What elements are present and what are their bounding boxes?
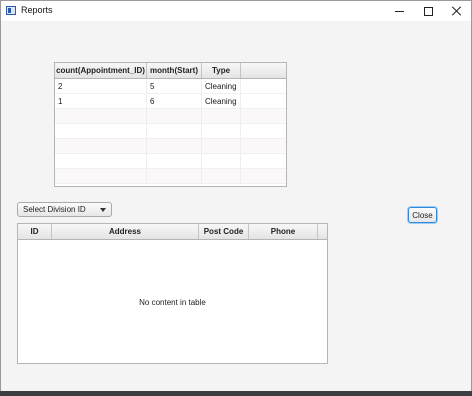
table-cell: Cleaning bbox=[202, 94, 241, 108]
column-header[interactable]: count(Appointment_ID) bbox=[55, 63, 147, 78]
chevron-down-icon bbox=[100, 208, 106, 212]
maximize-button[interactable] bbox=[413, 1, 443, 21]
app-icon bbox=[6, 6, 16, 15]
empty-table-message: No content in table bbox=[139, 298, 206, 307]
column-header[interactable]: Phone bbox=[249, 224, 318, 239]
appointments-table[interactable]: count(Appointment_ID) month(Start) Type … bbox=[54, 62, 287, 187]
window-title: Reports bbox=[21, 5, 53, 15]
table-header: count(Appointment_ID) month(Start) Type bbox=[55, 63, 286, 79]
window-close-button[interactable] bbox=[442, 1, 472, 21]
column-header[interactable] bbox=[318, 224, 327, 239]
column-header[interactable]: ID bbox=[18, 224, 52, 239]
empty-row bbox=[55, 169, 286, 184]
table-header: ID Address Post Code Phone bbox=[18, 224, 327, 240]
table-cell bbox=[241, 94, 286, 108]
table-cell: Cleaning bbox=[202, 79, 241, 93]
customer-table[interactable]: ID Address Post Code Phone No content in… bbox=[17, 223, 328, 364]
empty-row bbox=[55, 109, 286, 124]
column-header[interactable] bbox=[241, 63, 286, 78]
close-button[interactable]: Close bbox=[408, 207, 437, 223]
close-icon bbox=[452, 6, 462, 16]
table-cell bbox=[241, 79, 286, 93]
division-select[interactable]: Select Division ID bbox=[17, 202, 112, 217]
table-cell: 1 bbox=[55, 94, 147, 108]
empty-row bbox=[55, 139, 286, 154]
taskbar bbox=[0, 391, 472, 396]
column-header[interactable]: month(Start) bbox=[147, 63, 202, 78]
minimize-button[interactable] bbox=[384, 1, 414, 21]
table-row[interactable]: 1 6 Cleaning bbox=[55, 94, 286, 109]
column-header[interactable]: Type bbox=[202, 63, 241, 78]
division-select-label: Select Division ID bbox=[23, 205, 86, 214]
table-cell: 5 bbox=[147, 79, 202, 93]
minimize-icon bbox=[394, 10, 404, 12]
table-row[interactable]: 2 5 Cleaning bbox=[55, 79, 286, 94]
reports-window: Reports count(Appointment_ID) month(Star… bbox=[0, 0, 472, 392]
close-button-label: Close bbox=[412, 210, 433, 220]
title-bar: Reports bbox=[1, 1, 471, 21]
maximize-icon bbox=[423, 6, 433, 16]
table-cell: 2 bbox=[55, 79, 147, 93]
empty-row bbox=[55, 154, 286, 169]
column-header[interactable]: Post Code bbox=[199, 224, 249, 239]
table-cell: 6 bbox=[147, 94, 202, 108]
empty-row bbox=[55, 124, 286, 139]
column-header[interactable]: Address bbox=[52, 224, 199, 239]
